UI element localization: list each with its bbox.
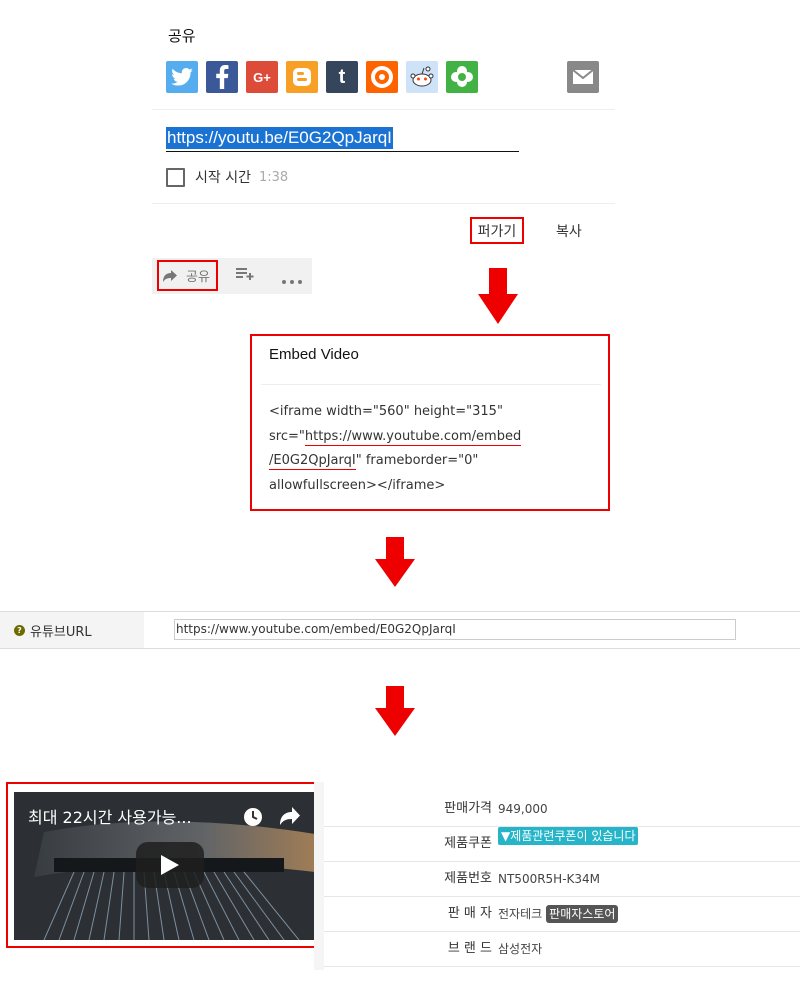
product-label: 브 랜 드 — [447, 941, 492, 956]
product-label: 판매가격 — [444, 801, 492, 816]
embed-code-line: allowfullscreen></iframe> — [269, 477, 446, 493]
share-button-label: 공유 — [186, 270, 210, 285]
reddit-icon[interactable] — [406, 61, 438, 93]
blogger-icon[interactable] — [286, 61, 318, 93]
play-icon — [161, 855, 179, 875]
embed-button[interactable]: 퍼가기 — [470, 217, 524, 244]
share-arrow-icon — [163, 269, 177, 282]
social-icons-row: G+ t — [166, 61, 600, 93]
product-value: 삼성전자 — [498, 942, 543, 956]
share-title: 공유 — [168, 27, 196, 45]
youtube-url-label-cell: ? 유튜브URL — [0, 612, 144, 648]
seller-store-badge[interactable]: 판매자스토어 — [546, 905, 619, 923]
share-url-field[interactable]: https://youtu.be/E0G2QpJarqI — [166, 126, 519, 152]
email-icon[interactable] — [567, 61, 599, 93]
twitter-icon[interactable] — [166, 61, 198, 93]
share-icon[interactable] — [280, 807, 300, 825]
arrow-down-icon — [375, 537, 415, 587]
product-row: 제품쿠폰 ▼제품관련쿠폰이 있습니다 — [324, 827, 800, 862]
embed-code-line: src="https://www.youtube.com/embed — [269, 428, 522, 446]
seller-name: 전자테크 — [498, 907, 543, 921]
copy-button[interactable]: 복사 — [556, 221, 582, 241]
start-time-value: 1:38 — [258, 169, 289, 185]
coupon-badge[interactable]: ▼제품관련쿠폰이 있습니다 — [498, 827, 639, 845]
share-button[interactable]: 공유 — [157, 260, 218, 291]
product-value: NT500R5H-K34M — [498, 872, 601, 886]
youtube-url-label: 유튜브URL — [30, 624, 92, 640]
google-plus-icon[interactable]: G+ — [246, 61, 278, 93]
start-time-checkbox[interactable] — [166, 167, 185, 187]
youtube-url-row: ? 유튜브URL https://www.youtube.com/embed/E… — [0, 611, 800, 649]
product-value: 전자테크 판매자스토어 — [498, 897, 619, 931]
arrow-down-icon — [375, 686, 415, 736]
product-row: 제품번호 NT500R5H-K34M — [324, 862, 800, 897]
share-panel: 공유 G+ t https://youtu.be/E0G2QpJarqI 시작 … — [152, 0, 615, 258]
product-value: ▼제품관련쿠폰이 있습니다 — [498, 827, 639, 845]
start-time-row: 시작 시간 1:38 — [166, 167, 288, 187]
embed-code-line: /E0G2QpJarqI" frameborder="0" — [269, 453, 479, 470]
facebook-icon[interactable] — [206, 61, 238, 93]
youtube-url-input[interactable]: https://www.youtube.com/embed/E0G2QpJarq… — [174, 619, 736, 640]
help-icon[interactable]: ? — [14, 624, 25, 636]
embed-src-url: https://www.youtube.com/embed — [304, 428, 522, 446]
product-row: 판 매 자 전자테크 판매자스토어 — [324, 897, 800, 932]
divider — [314, 782, 324, 970]
divider — [152, 203, 615, 204]
arrow-down-icon — [478, 268, 518, 324]
product-row: 판매가격 949,000 — [324, 792, 800, 827]
embed-video-box: Embed Video <iframe width="560" height="… — [250, 334, 610, 511]
start-time-label: 시작 시간 — [195, 170, 251, 186]
tumblr-icon[interactable]: t — [326, 61, 358, 93]
play-button[interactable] — [136, 842, 204, 888]
share-url-text: https://youtu.be/E0G2QpJarqI — [166, 127, 393, 149]
product-label: 제품쿠폰 — [444, 836, 492, 851]
video-player[interactable]: 최대 22시간 사용가능... — [14, 792, 315, 940]
product-label: 제품번호 — [444, 871, 492, 886]
embed-title: Embed Video — [269, 346, 359, 363]
embed-code-line: <iframe width="560" height="315" — [269, 404, 503, 419]
product-label: 판 매 자 — [447, 906, 492, 921]
video-toolbar: 공유 — [152, 258, 312, 294]
product-row: 브 랜 드 삼성전자 — [324, 932, 800, 967]
divider — [261, 384, 601, 385]
product-value: 949,000 — [498, 802, 548, 816]
embed-code[interactable]: <iframe width="560" height="315" src="ht… — [269, 400, 599, 498]
stumbleupon-icon[interactable] — [366, 61, 398, 93]
playlist-add-icon[interactable] — [236, 268, 254, 284]
divider — [152, 109, 615, 110]
cafe-icon[interactable] — [446, 61, 478, 93]
embedded-video-frame: 최대 22시간 사용가능... — [6, 782, 323, 948]
embed-src-url: /E0G2QpJarqI — [269, 453, 356, 470]
watch-later-icon[interactable] — [243, 807, 263, 827]
more-icon[interactable] — [282, 272, 302, 288]
video-title[interactable]: 최대 22시간 사용가능... — [28, 804, 192, 828]
product-info-table: 판매가격 949,000 제품쿠폰 ▼제품관련쿠폰이 있습니다 제품번호 NT5… — [324, 792, 800, 967]
